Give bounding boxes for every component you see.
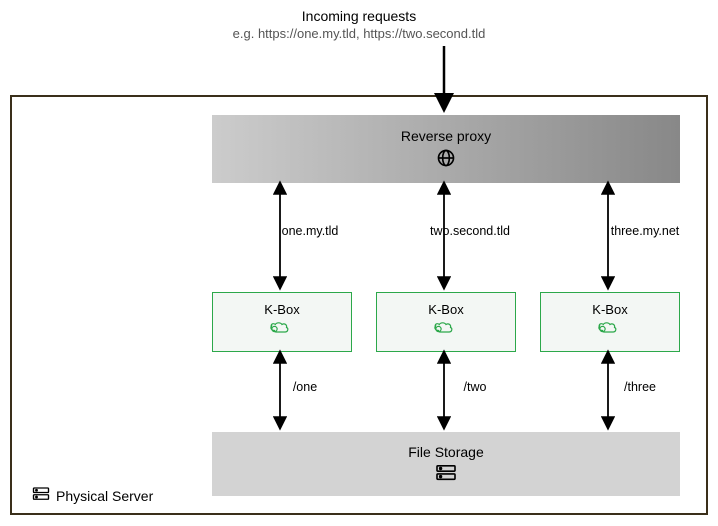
reverse-proxy-label: Reverse proxy [401, 128, 491, 144]
incoming-title: Incoming requests [0, 8, 718, 24]
path-label-2: /two [450, 380, 500, 394]
path-label-1: /one [280, 380, 330, 394]
path-label-3: /three [610, 380, 670, 394]
globe-icon [436, 148, 456, 171]
storage-icon [435, 464, 457, 485]
physical-server-box: Reverse proxy K-Box K-Box [10, 95, 708, 515]
sheep-icon [267, 319, 297, 342]
kbox-2: K-Box [376, 292, 516, 352]
physical-server-label: Physical Server [56, 488, 153, 504]
domain-label-2: two.second.tld [420, 224, 520, 238]
kbox-label: K-Box [264, 302, 299, 317]
domain-label-3: three.my.net [600, 224, 690, 238]
domain-label-1: one.my.tld [270, 224, 350, 238]
file-storage-label: File Storage [408, 444, 483, 460]
sheep-icon [595, 319, 625, 342]
kbox-3: K-Box [540, 292, 680, 352]
sheep-icon [431, 319, 461, 342]
incoming-subtitle: e.g. https://one.my.tld, https://two.sec… [0, 26, 718, 41]
server-icon [32, 486, 50, 505]
physical-server-label-group: Physical Server [32, 486, 153, 505]
reverse-proxy-box: Reverse proxy [212, 115, 680, 183]
file-storage-box: File Storage [212, 432, 680, 496]
kbox-1: K-Box [212, 292, 352, 352]
kbox-row: K-Box K-Box K-Box [212, 292, 680, 352]
kbox-label: K-Box [592, 302, 627, 317]
kbox-label: K-Box [428, 302, 463, 317]
